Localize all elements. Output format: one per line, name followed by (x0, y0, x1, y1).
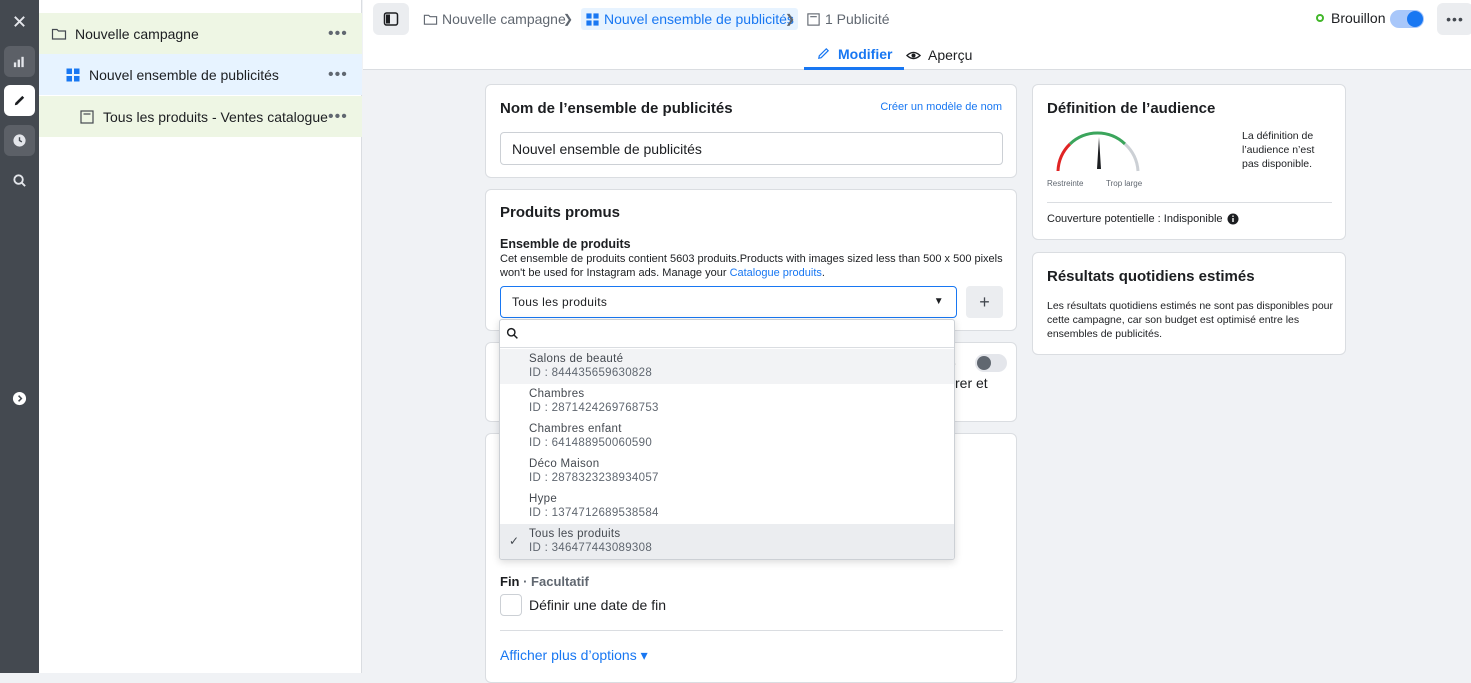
catalogue-link[interactable]: Catalogue produits (730, 267, 822, 279)
close-button[interactable] (4, 6, 35, 37)
top-bar: Nouvelle campagne ❯ Nouvel ensemble de p… (363, 0, 1471, 70)
end-date-checkbox[interactable] (500, 594, 522, 616)
estimated-results-card: Résultats quotidiens estimés Les résulta… (1032, 252, 1346, 355)
bar-chart-icon (13, 56, 24, 68)
adset-name-input[interactable]: Nouvel ensemble de publicités (500, 132, 1003, 165)
search-icon (506, 327, 518, 339)
dropdown-option[interactable]: Salons de beauté ID : 844435659630828 (500, 349, 954, 384)
tree-item-label: Nouvelle campagne (75, 25, 199, 42)
expand-button[interactable] (4, 383, 35, 414)
breadcrumb-adset[interactable]: Nouvel ensemble de publicités (581, 8, 798, 30)
end-date-label: Fin · Facultatif (500, 574, 589, 589)
tree-item-label: Nouvel ensemble de publicités (89, 66, 279, 83)
chevron-right-icon: ❯ (785, 12, 796, 26)
dropdown-option[interactable]: Chambres enfant ID : 641488950060590 (500, 419, 954, 454)
add-product-set-button[interactable]: + (966, 286, 1003, 318)
card-title: Résultats quotidiens estimés (1047, 268, 1255, 285)
divider (500, 630, 1003, 631)
end-date-checkbox-label: Définir une date de fin (529, 597, 666, 613)
tree-item-label: Tous les produits - Ventes catalogue (103, 108, 328, 125)
breadcrumb-ad[interactable]: 1 Publicité (806, 8, 890, 30)
pencil-icon (818, 47, 830, 59)
zoom-icon (13, 174, 26, 187)
card-title: Produits promus (500, 204, 621, 221)
publish-toggle[interactable] (1390, 10, 1424, 28)
tab-preview[interactable]: Aperçu (894, 40, 984, 70)
audience-definition-card: Définition de l’audience Restreinte Trop… (1032, 84, 1346, 240)
tab-edit[interactable]: Modifier (804, 40, 905, 70)
eye-icon (906, 51, 921, 59)
breadcrumb-campaign[interactable]: Nouvelle campagne (423, 8, 566, 30)
left-rail (0, 0, 39, 673)
chevron-right-icon: ❯ (563, 12, 574, 26)
campaign-tree: Nouvelle campagne ••• Nouvel ensemble de… (39, 0, 362, 673)
product-set-select[interactable]: Tous les produits ▼ (500, 286, 957, 318)
chevron-right-icon (12, 391, 27, 406)
dropdown-option[interactable]: Déco Maison ID : 2878323238934057 (500, 454, 954, 489)
audience-gauge (1056, 131, 1140, 172)
clock-icon (13, 134, 26, 147)
product-set-description: Cet ensemble de produits contient 5603 p… (500, 253, 1003, 279)
pencil-icon (14, 95, 25, 106)
close-icon (14, 16, 25, 27)
divider (1047, 202, 1332, 203)
dropdown-option-selected[interactable]: ✓ Tous les produits ID : 346477443089308 (500, 524, 954, 559)
more-options-button[interactable]: ••• (1437, 3, 1471, 35)
check-icon: ✓ (509, 534, 520, 548)
status-badge: Brouillon (1316, 10, 1385, 26)
card-title: Nom de l’ensemble de publicités (500, 100, 733, 117)
more-icon[interactable]: ••• (328, 108, 362, 126)
tree-item-adset[interactable]: Nouvel ensemble de publicités ••• (39, 54, 362, 95)
ad-icon (80, 109, 94, 124)
more-icon[interactable]: ••• (328, 66, 362, 84)
show-more-options-link[interactable]: Afficher plus d’options ▾ (500, 647, 648, 664)
grid-icon (586, 12, 599, 26)
tree-item-ad[interactable]: Tous les produits - Ventes catalogue ••• (39, 96, 362, 137)
card-title: Définition de l’audience (1047, 100, 1216, 117)
ad-icon (807, 12, 820, 26)
sidebar-toggle-button[interactable] (373, 3, 409, 35)
setting-toggle[interactable] (975, 354, 1007, 372)
create-name-template-link[interactable]: Créer un modèle de nom (880, 101, 1002, 113)
product-set-dropdown: Salons de beauté ID : 844435659630828 Ch… (499, 319, 955, 560)
more-icon[interactable]: ••• (328, 25, 362, 43)
status-dot-icon (1316, 14, 1324, 22)
history-button[interactable] (4, 125, 35, 156)
estimated-results-text: Les résultats quotidiens estimés ne sont… (1047, 300, 1334, 340)
dropdown-search[interactable] (500, 320, 954, 348)
edit-button[interactable] (4, 85, 35, 116)
sidebar-icon (383, 12, 399, 26)
folder-icon (51, 28, 67, 40)
reports-button[interactable] (4, 46, 35, 77)
info-icon[interactable] (1227, 213, 1239, 225)
tree-item-campaign[interactable]: Nouvelle campagne ••• (39, 13, 362, 54)
caret-down-icon: ▼ (933, 296, 944, 307)
folder-icon (423, 14, 438, 25)
dropdown-option[interactable]: Hype ID : 1374712689538584 (500, 489, 954, 524)
promoted-products-card: Produits promus Ensemble de produits Cet… (485, 189, 1017, 331)
product-set-label: Ensemble de produits (500, 237, 631, 251)
potential-reach: Couverture potentielle : Indisponible (1047, 213, 1239, 225)
adset-name-card: Nom de l’ensemble de publicités Créer un… (485, 84, 1017, 178)
dropdown-option[interactable]: Chambres ID : 2871424269768753 (500, 384, 954, 419)
audience-note: La définition de l’audience n’est pas di… (1242, 130, 1315, 170)
search-zoom-button[interactable] (4, 165, 35, 196)
grid-icon (66, 68, 80, 81)
